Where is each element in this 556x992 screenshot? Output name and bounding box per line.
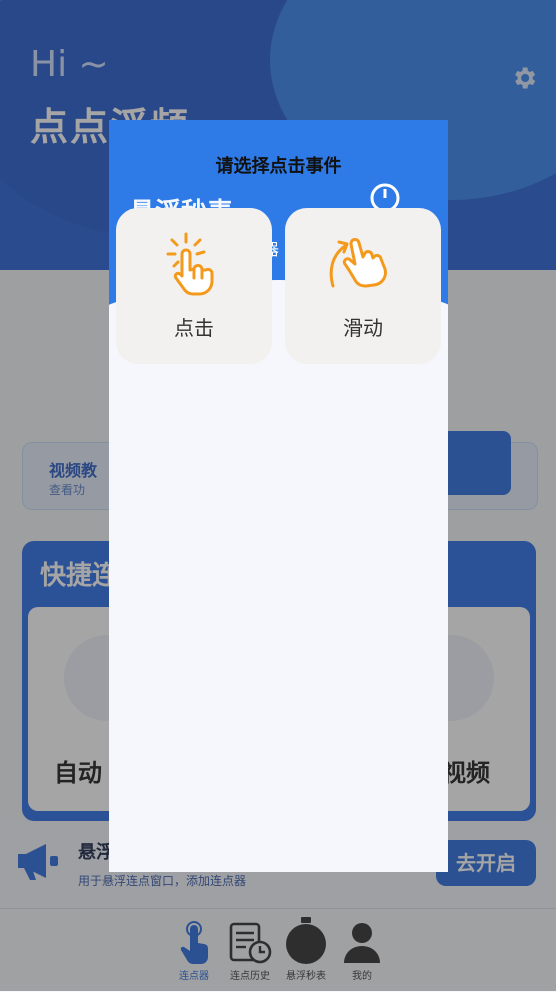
click-event-dialog: 悬浮秒表 器 请选择点击事件 点击 <box>109 120 448 872</box>
option-swipe[interactable]: 滑动 <box>285 208 441 364</box>
option-click[interactable]: 点击 <box>116 208 272 364</box>
swipe-icon <box>329 238 387 288</box>
option-click-label: 点击 <box>174 316 214 340</box>
option-swipe-label: 滑动 <box>343 316 383 340</box>
dialog-title: 请选择点击事件 <box>215 156 342 177</box>
tap-icon <box>166 232 214 296</box>
